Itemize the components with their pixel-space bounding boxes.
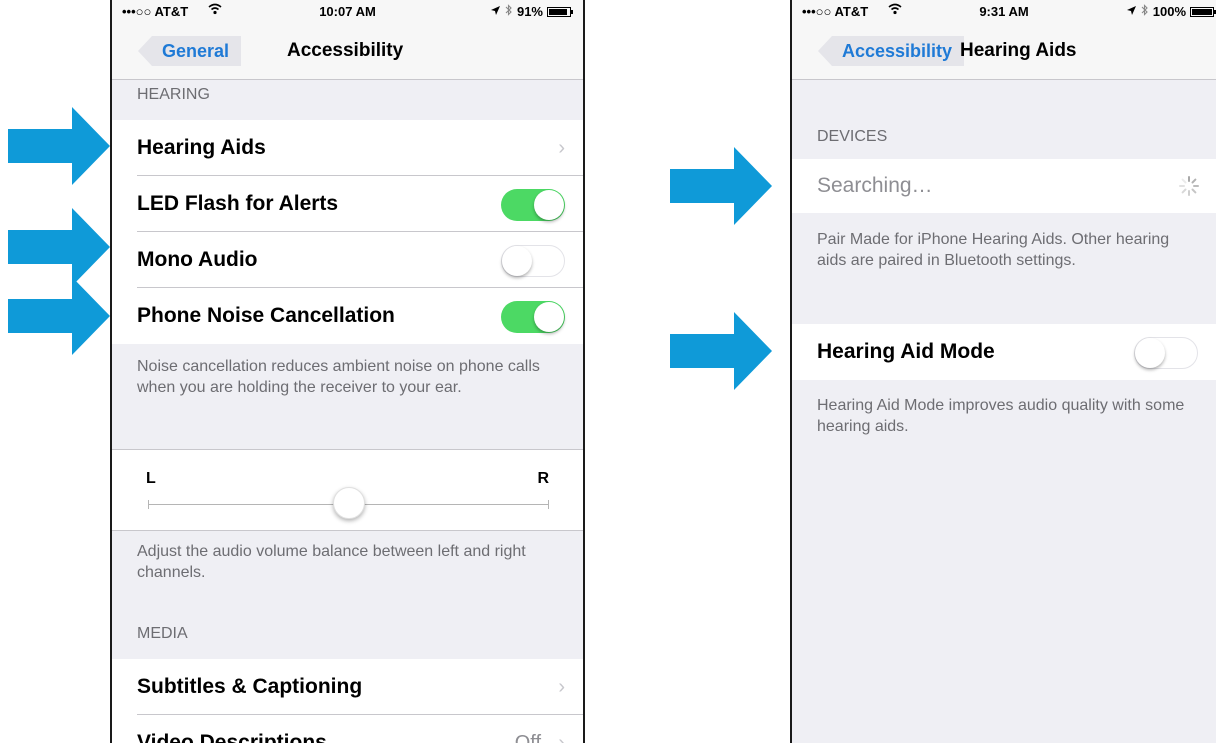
mono-audio-label: Mono Audio [137, 248, 258, 271]
led-flash-toggle[interactable] [501, 189, 565, 221]
status-bar: •••○○ AT&T 10:07 AM 91% [112, 0, 583, 22]
hearing-aid-mode-label: Hearing Aid Mode [817, 340, 995, 363]
battery-percent: 100% [1152, 4, 1186, 19]
noise-cancellation-toggle[interactable] [501, 301, 565, 333]
hearing-aids-label: Hearing Aids [137, 136, 266, 159]
toggle-knob [534, 302, 564, 332]
mono-audio-toggle[interactable] [501, 245, 565, 277]
status-bar: •••○○ AT&T 9:31 AM 100% [792, 0, 1216, 22]
led-flash-row: LED Flash for Alerts [112, 176, 583, 232]
mono-audio-row: Mono Audio [112, 232, 583, 288]
noise-cancellation-footer: Noise cancellation reduces ambient noise… [137, 358, 540, 396]
right-arrow-icon [8, 208, 110, 286]
toggle-knob [502, 246, 532, 276]
right-arrow-icon [670, 147, 772, 225]
right-arrow-icon [670, 312, 772, 390]
balance-left-label: L [146, 470, 156, 487]
hearing-aids-row[interactable]: Hearing Aids › [112, 120, 583, 176]
battery-percent: 91% [516, 4, 543, 19]
subtitles-captioning-row[interactable]: Subtitles & Captioning › [112, 659, 583, 715]
location-arrow-icon [490, 4, 501, 19]
accessibility-screen: •••○○ AT&T 10:07 AM 91% General Accessib… [110, 0, 585, 743]
page-title: Accessibility [287, 40, 404, 61]
back-button[interactable]: Accessibility [818, 36, 965, 66]
section-header-devices: DEVICES [817, 128, 888, 145]
section-header-hearing: HEARING [137, 86, 210, 103]
balance-slider-block: L R [112, 449, 583, 531]
noise-cancellation-row: Phone Noise Cancellation [112, 288, 583, 344]
searching-row: Searching… [792, 159, 1216, 213]
hearing-aid-mode-row: Hearing Aid Mode [792, 324, 1216, 380]
toggle-knob [1135, 338, 1165, 368]
balance-right-label: R [537, 470, 549, 487]
right-arrow-icon [8, 277, 110, 355]
tick-mark [148, 500, 149, 509]
nav-bar: Accessibility Hearing Aids [792, 22, 1216, 80]
chevron-right-icon: › [558, 137, 565, 159]
toggle-knob [534, 190, 564, 220]
video-descriptions-value: Off [514, 732, 541, 743]
searching-label: Searching… [817, 174, 933, 197]
activity-spinner-icon [1179, 176, 1199, 196]
nav-bar: General Accessibility [112, 22, 583, 80]
bluetooth-icon [1141, 4, 1149, 19]
subtitles-captioning-label: Subtitles & Captioning [137, 675, 363, 698]
video-descriptions-row[interactable]: Video Descriptions Off › [112, 715, 583, 743]
devices-footer: Pair Made for iPhone Hearing Aids. Other… [817, 231, 1170, 269]
hearing-aids-screen: •••○○ AT&T 9:31 AM 100% Accessibility He… [790, 0, 1216, 743]
hearing-aid-mode-toggle[interactable] [1134, 337, 1198, 369]
section-header-media: MEDIA [137, 625, 188, 642]
noise-cancellation-label: Phone Noise Cancellation [137, 304, 395, 327]
tick-mark [548, 500, 549, 509]
led-flash-label: LED Flash for Alerts [137, 192, 339, 215]
video-descriptions-label: Video Descriptions [137, 731, 327, 743]
chevron-right-icon: › [558, 732, 565, 743]
right-arrow-icon [8, 107, 110, 185]
page-title: Hearing Aids [960, 40, 1077, 61]
location-arrow-icon [1126, 4, 1137, 19]
battery-icon [547, 6, 573, 17]
chevron-right-icon: › [558, 676, 565, 698]
balance-slider-thumb[interactable] [332, 487, 365, 519]
balance-footer: Adjust the audio volume balance between … [137, 543, 526, 581]
battery-icon [1190, 6, 1216, 17]
hearing-aid-mode-footer: Hearing Aid Mode improves audio quality … [817, 397, 1185, 435]
back-button[interactable]: General [138, 36, 242, 66]
bluetooth-icon [505, 4, 513, 19]
